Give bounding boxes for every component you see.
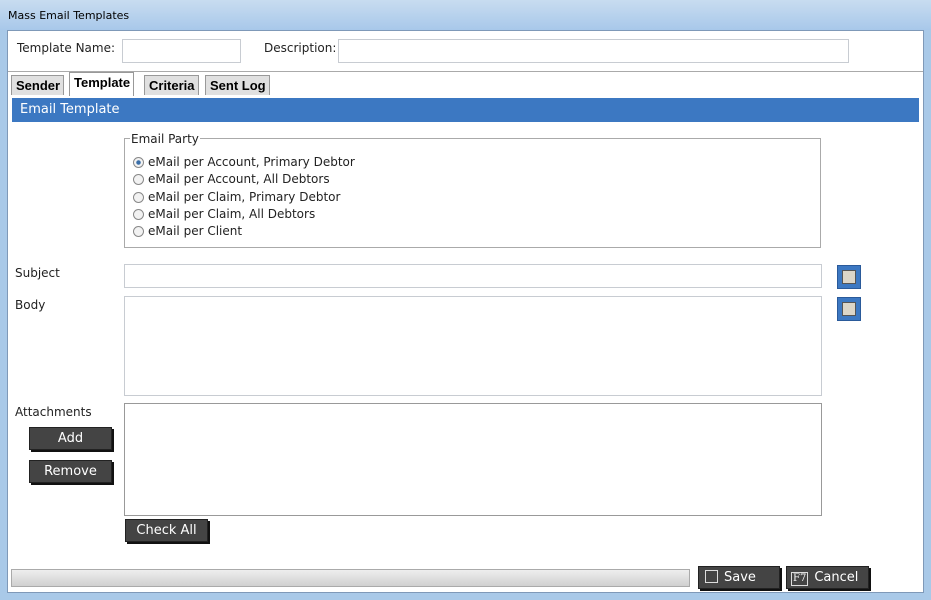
body-lookup-button[interactable]: [837, 297, 861, 321]
radio-icon: [133, 208, 144, 220]
cancel-label: Cancel: [814, 570, 859, 585]
radio-label: eMail per Client: [148, 224, 243, 238]
description-label: Description:: [264, 41, 337, 55]
cancel-button[interactable]: F7 Cancel: [786, 566, 869, 589]
radio-icon: [133, 225, 144, 237]
section-header: Email Template: [12, 98, 919, 122]
radio-label: eMail per Account, All Debtors: [148, 172, 330, 186]
save-button[interactable]: Save: [698, 566, 780, 589]
body-input[interactable]: [124, 296, 822, 396]
radio-icon: [133, 191, 144, 203]
radio-label: eMail per Account, Primary Debtor: [148, 155, 355, 169]
email-party-legend: Email Party: [130, 132, 200, 146]
f7-key-icon: F7: [791, 572, 809, 586]
body-label: Body: [15, 298, 46, 312]
radio-label: eMail per Claim, Primary Debtor: [148, 190, 341, 204]
radio-selected-icon: [133, 156, 144, 168]
attachments-label: Attachments: [15, 405, 92, 419]
add-button[interactable]: Add: [29, 427, 112, 450]
title-bar: Mass Email Templates: [0, 0, 931, 30]
check-all-button[interactable]: Check All: [125, 519, 208, 542]
subject-label: Subject: [15, 266, 60, 280]
magnifier-icon: [842, 270, 856, 284]
radio-client[interactable]: eMail per Client: [133, 224, 242, 238]
dialog-body: Template Name: Description: Sender Templ…: [7, 30, 924, 593]
radio-label: eMail per Claim, All Debtors: [148, 207, 316, 221]
floppy-icon: [705, 570, 718, 583]
tab-sent-log[interactable]: Sent Log: [205, 75, 270, 95]
save-label: Save: [724, 570, 756, 585]
subject-input[interactable]: [124, 264, 822, 288]
attachments-list[interactable]: [124, 403, 822, 516]
template-name-label: Template Name:: [17, 41, 116, 55]
magnifier-icon: [842, 302, 856, 316]
subject-lookup-button[interactable]: [837, 265, 861, 289]
tab-template[interactable]: Template: [69, 72, 135, 96]
progress-bar: [11, 569, 690, 587]
radio-claim-all[interactable]: eMail per Claim, All Debtors: [133, 207, 315, 221]
radio-account-all[interactable]: eMail per Account, All Debtors: [133, 172, 330, 186]
remove-button[interactable]: Remove: [29, 460, 112, 483]
radio-claim-primary[interactable]: eMail per Claim, Primary Debtor: [133, 190, 340, 204]
template-name-input[interactable]: [122, 39, 241, 63]
radio-account-primary[interactable]: eMail per Account, Primary Debtor: [133, 155, 355, 169]
description-input[interactable]: [338, 39, 849, 63]
radio-icon: [133, 173, 144, 185]
window-title: Mass Email Templates: [8, 9, 130, 22]
tab-criteria[interactable]: Criteria: [144, 75, 199, 95]
tab-sender[interactable]: Sender: [11, 75, 65, 95]
